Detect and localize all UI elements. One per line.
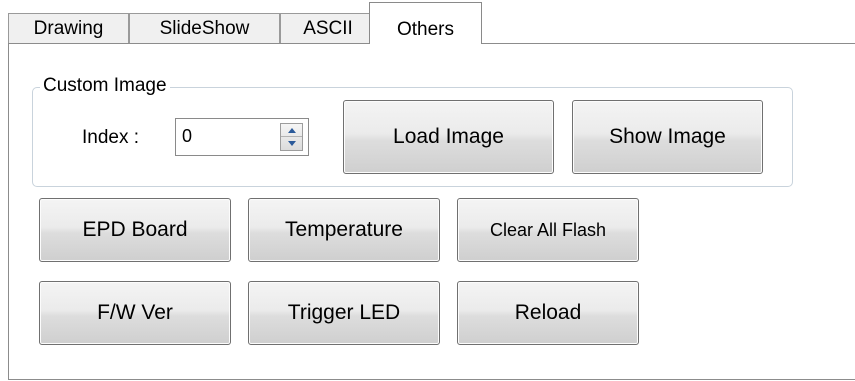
clear-all-flash-button[interactable]: Clear All Flash <box>457 198 639 262</box>
epd-board-button[interactable]: EPD Board <box>39 198 231 262</box>
index-label: Index : <box>82 127 140 148</box>
trigger-led-button[interactable]: Trigger LED <box>248 281 440 345</box>
stepper-up-button[interactable] <box>281 124 302 137</box>
custom-image-title: Custom Image <box>40 74 170 98</box>
tab-strip: Drawing SlideShow ASCII Others <box>8 0 848 45</box>
index-value[interactable]: 0 <box>182 124 192 148</box>
stepper-down-button[interactable] <box>281 137 302 150</box>
temperature-button[interactable]: Temperature <box>248 198 440 262</box>
fw-ver-button[interactable]: F/W Ver <box>39 281 231 345</box>
show-image-button[interactable]: Show Image <box>572 100 763 174</box>
reload-button[interactable]: Reload <box>457 281 639 345</box>
stepper-buttons <box>280 123 303 151</box>
arrow-down-icon <box>287 141 296 146</box>
arrow-up-icon <box>287 127 296 133</box>
tab-slideshow[interactable]: SlideShow <box>129 13 280 43</box>
tab-ascii[interactable]: ASCII <box>280 13 376 43</box>
tab-others[interactable]: Others <box>369 2 482 44</box>
index-stepper[interactable]: 0 <box>175 118 309 156</box>
load-image-button[interactable]: Load Image <box>343 100 554 174</box>
tab-drawing[interactable]: Drawing <box>8 13 129 43</box>
tab-others-label: Others <box>396 19 455 40</box>
